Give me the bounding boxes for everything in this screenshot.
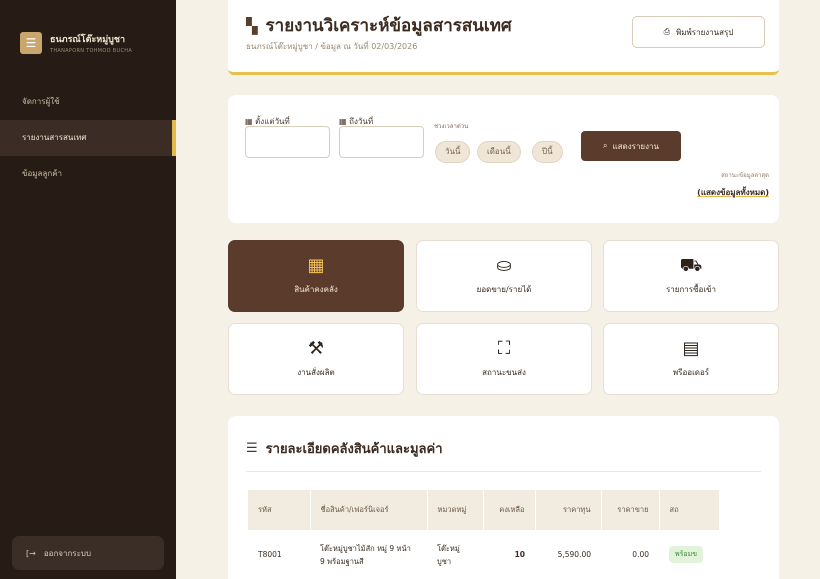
inventory-table-card: ☰ รายละเอียดคลังสินค้าและมูลค่า รหัส ชื่… [228, 416, 779, 579]
logout-button[interactable]: [→ ออกจากระบบ [12, 536, 164, 570]
table-title-text: รายละเอียดคลังสินค้าและมูลค่า [265, 442, 443, 457]
logout-icon: [→ [26, 548, 36, 558]
tile-purchases-label: รายการซื้อเข้า [665, 284, 717, 294]
brand[interactable]: ☰ ธนภรณ์โต๊ะหมู่บูชา THANAPORN TOHMOO BU… [0, 0, 176, 62]
list-icon: ☰ [246, 441, 258, 456]
quick-range-month[interactable]: เดือนนี้ [477, 141, 521, 163]
clipboard-icon: ▤ [682, 337, 700, 359]
page-title-text: รายงานวิเคราะห์ข้อมูลสารสนเทศ [265, 16, 512, 36]
cell-category: โต๊ะหมู่บูชา [427, 530, 483, 579]
brand-text: ธนภรณ์โต๊ะหมู่บูชา THANAPORN TOHMOO BUCH… [50, 32, 132, 54]
col-name[interactable]: ชื่อสินค้า/เฟอร์นิเจอร์ [310, 490, 428, 530]
start-date-label-text: ตั้งแต่วันที่ [255, 117, 290, 126]
search-icon: ⌕ [603, 141, 608, 150]
main-content: ▚ รายงานวิเคราะห์ข้อมูลสารสนเทศ ธนภรณ์โต… [176, 0, 820, 579]
sidebar-item-reports[interactable]: รายงานสารสนเทศ [0, 120, 176, 156]
cell-stock: 10 [483, 530, 535, 579]
quick-range-label: ช่วงเวลาด่วน [434, 123, 469, 130]
col-cost[interactable]: ราคาทุน [535, 490, 602, 530]
show-all-link[interactable]: (แสดงข้อมูลทั้งหมด) [656, 186, 769, 199]
hammer-icon: ⚒ [307, 337, 325, 359]
quick-range-year[interactable]: ปีนี้ [532, 141, 563, 163]
delivery-icon: ⛶ [497, 337, 511, 359]
breadcrumb: ธนภรณ์โต๊ะหมู่บูชา / ข้อมูล ณ วันที่ 02/… [246, 42, 418, 51]
end-date-label-text: ถึงวันที่ [349, 117, 374, 126]
tile-sales-label: ยอดขาย/รายได้ [476, 284, 532, 294]
tile-inventory[interactable]: ▦ สินค้าคงคลัง [228, 240, 404, 312]
tile-inventory-label: สินค้าคงคลัง [294, 284, 338, 294]
latest-status-label: สถานะข้อมูลล่าสุด [721, 172, 769, 179]
page-title: ▚ รายงานวิเคราะห์ข้อมูลสารสนเทศ [246, 12, 512, 39]
col-id[interactable]: รหัส [248, 490, 311, 530]
brand-logo-icon: ☰ [20, 32, 42, 54]
table-header-row: รหัส ชื่อสินค้า/เฟอร์นิเจอร์ หมวดหมู่ คง… [248, 490, 720, 530]
sidebar-item-users[interactable]: จัดการผู้ใช้ [0, 84, 176, 120]
tile-sales[interactable]: ⛀ ยอดขาย/รายได้ [416, 240, 592, 312]
status-badge: พร้อมข [669, 546, 703, 564]
tile-purchases[interactable]: ⛟ รายการซื้อเข้า [603, 240, 779, 312]
brand-subtitle: THANAPORN TOHMOO BUCHA [50, 48, 133, 54]
col-stock[interactable]: คงเหลือ [483, 490, 536, 530]
tile-delivery-label: สถานะขนส่ง [482, 367, 526, 377]
cell-status: พร้อมข [659, 530, 719, 579]
col-status[interactable]: สถ [659, 490, 720, 530]
printer-icon: ⎙ [663, 27, 670, 36]
hand-coin-icon: ⛀ [496, 254, 512, 276]
cart-icon: ⛟ [679, 254, 703, 276]
cell-cost: 5,590.00 [535, 530, 601, 579]
report-header: ▚ รายงานวิเคราะห์ข้อมูลสารสนเทศ ธนภรณ์โต… [228, 0, 779, 75]
sidebar: ☰ ธนภรณ์โต๊ะหมู่บูชา THANAPORN TOHMOO BU… [0, 0, 176, 579]
divider [246, 471, 761, 472]
end-date-input[interactable] [339, 126, 424, 158]
tile-production[interactable]: ⚒ งานสั่งผลิต [228, 323, 404, 395]
sidebar-nav: จัดการผู้ใช้ รายงานสารสนเทศ ข้อมูลลูกค้า [0, 84, 176, 192]
brand-title: ธนภรณ์โต๊ะหมู่บูชา [50, 35, 126, 45]
cell-id: T8001 [248, 530, 310, 579]
show-report-button[interactable]: ⌕ แสดงรายงาน [581, 131, 681, 161]
report-chart-icon: ▚ [246, 16, 258, 35]
sidebar-item-customers[interactable]: ข้อมูลลูกค้า [0, 156, 176, 192]
cell-price: 0.00 [601, 530, 659, 579]
tile-delivery[interactable]: ⛶ สถานะขนส่ง [416, 323, 592, 395]
print-summary-label: พิมพ์รายงานสรุป [675, 27, 734, 37]
show-report-label: แสดงรายงาน [612, 141, 659, 151]
quick-range-today[interactable]: วันนี้ [435, 141, 471, 163]
cell-name: โต๊ะหมู่บูชาไม้สัก หมู่ 9 หน้า 9 พร้อมฐา… [310, 530, 427, 579]
inventory-table: รหัส ชื่อสินค้า/เฟอร์นิเจอร์ หมวดหมู่ คง… [248, 490, 720, 579]
print-summary-button[interactable]: ⎙ พิมพ์รายงานสรุป [632, 16, 765, 48]
tile-production-label: งานสั่งผลิต [297, 367, 335, 377]
col-price[interactable]: ราคาขาย [601, 490, 660, 530]
table-row[interactable]: T8001 โต๊ะหมู่บูชาไม้สัก หมู่ 9 หน้า 9 พ… [248, 530, 719, 579]
start-date-input[interactable] [245, 126, 330, 158]
table-title: ☰ รายละเอียดคลังสินค้าและมูลค่า [246, 438, 443, 459]
boxes-icon: ▦ [307, 254, 325, 276]
tile-preorder-label: พรีออเดอร์ [672, 367, 710, 377]
tile-preorder[interactable]: ▤ พรีออเดอร์ [603, 323, 779, 395]
col-category[interactable]: หมวดหมู่ [427, 490, 484, 530]
logout-label: ออกจากระบบ [43, 548, 92, 558]
